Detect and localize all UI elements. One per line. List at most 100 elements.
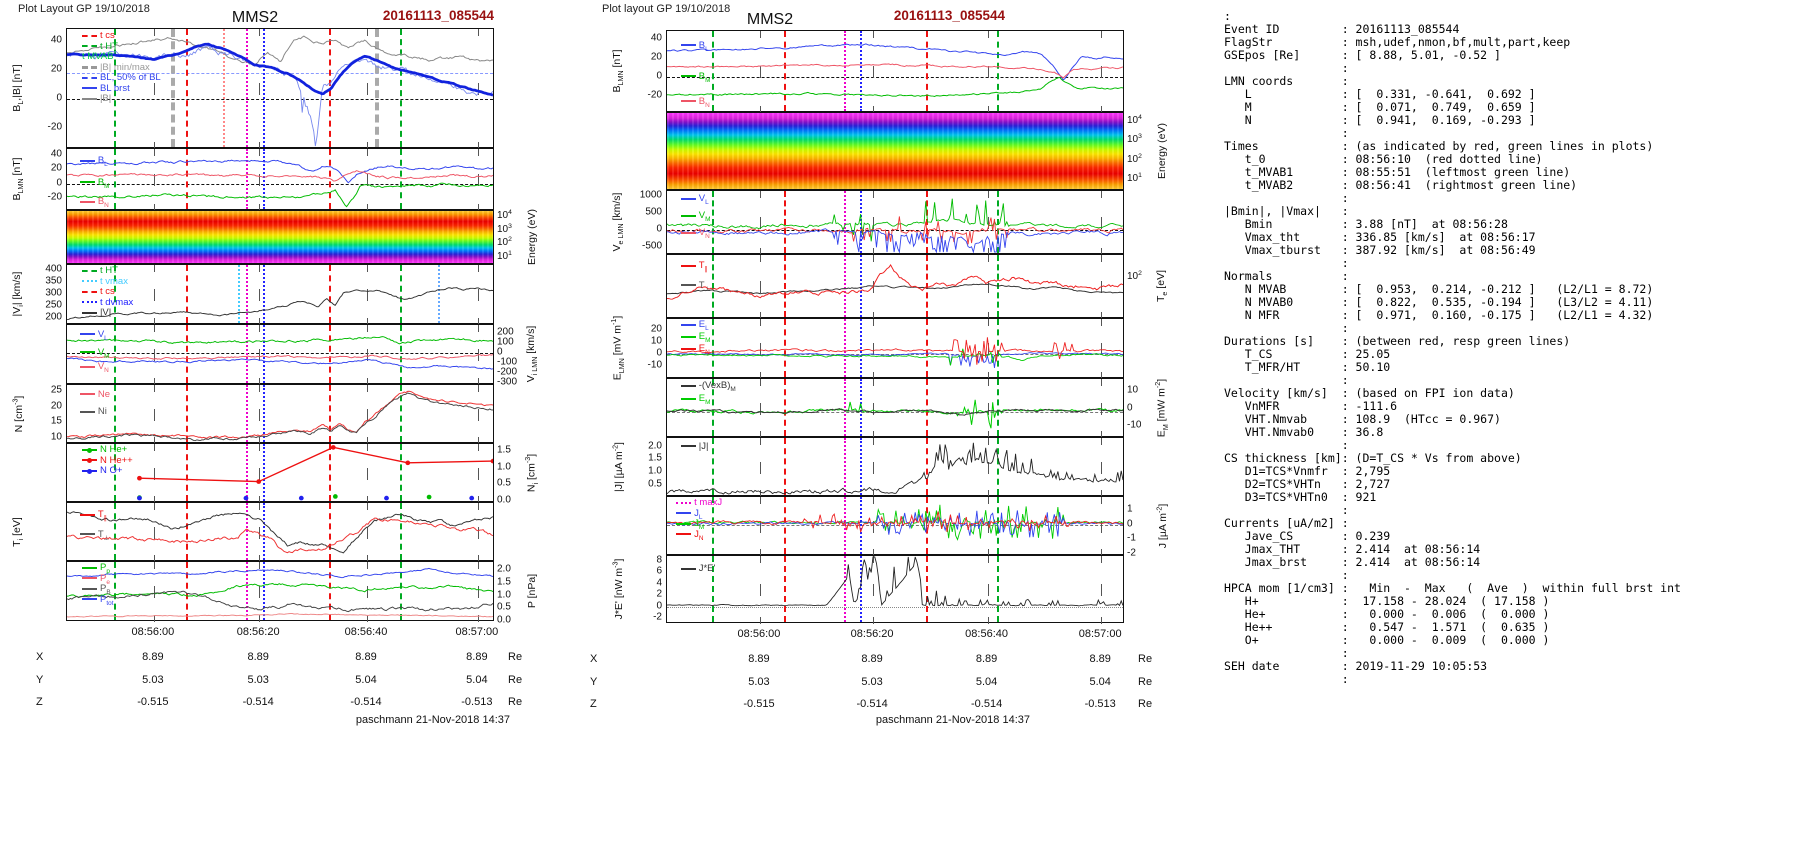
legend-line-sample [79, 410, 95, 413]
ephemeris-value: 5.03 [247, 673, 269, 686]
legend-label: BM [698, 71, 711, 84]
panel-density: Ne Ni [66, 384, 494, 444]
y-axis-tick-label: 1 [1127, 503, 1133, 515]
figure-footer: paschmann 21-Nov-2018 14:37 [355, 714, 510, 726]
figure-left: Plot Layout GP 19/10/2018 MMS2 20161113_… [0, 0, 540, 760]
panel-ion-spectrogram [666, 112, 1124, 190]
panel-b-lmn: BL BM BN [66, 148, 494, 211]
legend-line-sample [680, 75, 696, 78]
legend-label: Ptot [99, 593, 114, 607]
legend-je: J*E' [680, 563, 715, 575]
panel-jmag: |J| [666, 437, 1124, 497]
y-axis-label: J [µA m-2] [1155, 503, 1169, 548]
y-axis-tick-label: 2.0 [648, 440, 662, 452]
y-axis-tick-label: 0 [56, 177, 62, 189]
legend-line-sample [680, 335, 696, 338]
legend-t: T⊥ [680, 280, 710, 295]
ephemeris-value: 8.89 [975, 653, 998, 665]
ephemeris-value: 5.03 [748, 675, 770, 688]
legend-bm: BM [680, 71, 711, 86]
y-axis-tick-label: 10 [50, 431, 62, 443]
legend-label: t cs [99, 286, 115, 298]
y-axis-label: Ti [eV] [10, 516, 26, 547]
ephemeris-value: -0.513 [1084, 698, 1116, 710]
ephemeris-unit: Re [508, 651, 523, 663]
y-axis-tick-label: 500 [645, 206, 662, 218]
panel-e-lmn: EL EM EN [666, 318, 1124, 379]
y-axis-tick-label: 40 [50, 34, 62, 46]
event-id: 20161113_085544 [893, 8, 1005, 23]
ephemeris-value: 8.89 [355, 651, 377, 663]
y-axis-tick-label: 1.0 [497, 461, 511, 473]
legend-line-sample [81, 468, 97, 474]
legend-bl: BL [79, 156, 108, 170]
ephemeris-value: 5.03 [861, 675, 883, 688]
y-axis-tick-label: 102 [497, 236, 512, 249]
legend-line-sample [680, 214, 696, 217]
legend-line-sample [680, 231, 696, 234]
y-axis-tick-label: 104 [497, 209, 512, 222]
panel-te: T∥ T⊥ [666, 254, 1124, 319]
plot-curves [667, 264, 1123, 300]
ephemeris-unit: Re [1138, 653, 1153, 665]
legend-line-sample [676, 512, 692, 515]
legend-line-sample [81, 76, 97, 79]
ephemeris-value: 8.89 [142, 651, 164, 663]
y-axis-tick-label: 0.0 [497, 494, 511, 506]
ephemeris-row-label: Y [590, 675, 598, 688]
y-axis-tick-label: 0 [656, 347, 662, 359]
y-axis-tick-label: -2 [1127, 547, 1136, 559]
legend-line-sample [79, 181, 95, 183]
legend-line-sample [680, 384, 696, 387]
y-axis-tick-label: 2.0 [497, 563, 511, 575]
legend-line-sample [81, 311, 97, 314]
y-axis-label: BL,|B| [nT] [10, 64, 26, 112]
legend-line-sample [81, 45, 97, 48]
legend-label: |J| [698, 440, 709, 452]
plot-curves [667, 442, 1123, 495]
legend-vn: VN [680, 227, 710, 242]
y-axis-tick-label: -2 [653, 611, 662, 623]
y-axis-tick-label: 102 [1127, 152, 1142, 165]
legend-label: Pp [99, 562, 110, 576]
ephemeris-value: -0.514 [242, 696, 274, 708]
panel-pressure: Pp Pe PB Ptot [66, 561, 494, 622]
y-axis-tick-label: 15 [50, 415, 62, 427]
event-info-panel: : Event ID : 20161113_085544 FlagStr : m… [1210, 4, 1804, 839]
x-axis-time-label: 08:56:20 [850, 628, 894, 640]
ephemeris-value: -0.514 [970, 698, 1003, 710]
legend-label: N He+ [99, 444, 128, 456]
panel-vi-lmn: VL VM VN [66, 324, 494, 385]
figure-middle: Plot layout GP 19/10/2018 MMS2 20161113_… [530, 0, 1210, 760]
legend-label: VL [97, 328, 108, 342]
legend-line-sample [680, 100, 696, 103]
y-axis-tick-label: 1000 [639, 189, 662, 201]
legend-line-sample [79, 533, 95, 536]
y-axis-tick-label: 1.5 [497, 444, 511, 456]
y-axis-tick-label: 20 [50, 63, 62, 75]
legend-label: VN [698, 227, 710, 240]
ephemeris-value: 8.89 [1089, 653, 1111, 665]
legend-label: EM [698, 393, 711, 407]
y-axis-tick-label: 0 [656, 600, 662, 612]
panel-ve-lmn: VL VM VN [666, 190, 1124, 255]
ephemeris-row-label: Z [36, 696, 43, 708]
plot-curves [67, 287, 493, 320]
legend-line-sample [81, 458, 97, 464]
plot-curves [667, 504, 1123, 541]
ephemeris-row-label: Z [590, 698, 597, 710]
y-axis-tick-label: -20 [47, 121, 62, 133]
series-NHe++ [139, 446, 493, 483]
legend-line-sample [79, 365, 95, 368]
y-axis-tick-label: 1.5 [497, 576, 511, 588]
x-axis-time-label: 08:56:40 [344, 626, 388, 638]
x-axis-time-label: 08:57:00 [1078, 628, 1122, 640]
legend-line-sample [79, 393, 95, 396]
y-axis-tick-label: 102 [1127, 270, 1142, 283]
y-axis-label: Te [eV] [1154, 270, 1170, 302]
legend-label: BN [97, 196, 109, 210]
plot-curves [67, 336, 493, 370]
y-axis-tick-label: 103 [1127, 133, 1142, 146]
legend-line-sample [79, 159, 95, 162]
legend-vl: VL [680, 193, 709, 208]
